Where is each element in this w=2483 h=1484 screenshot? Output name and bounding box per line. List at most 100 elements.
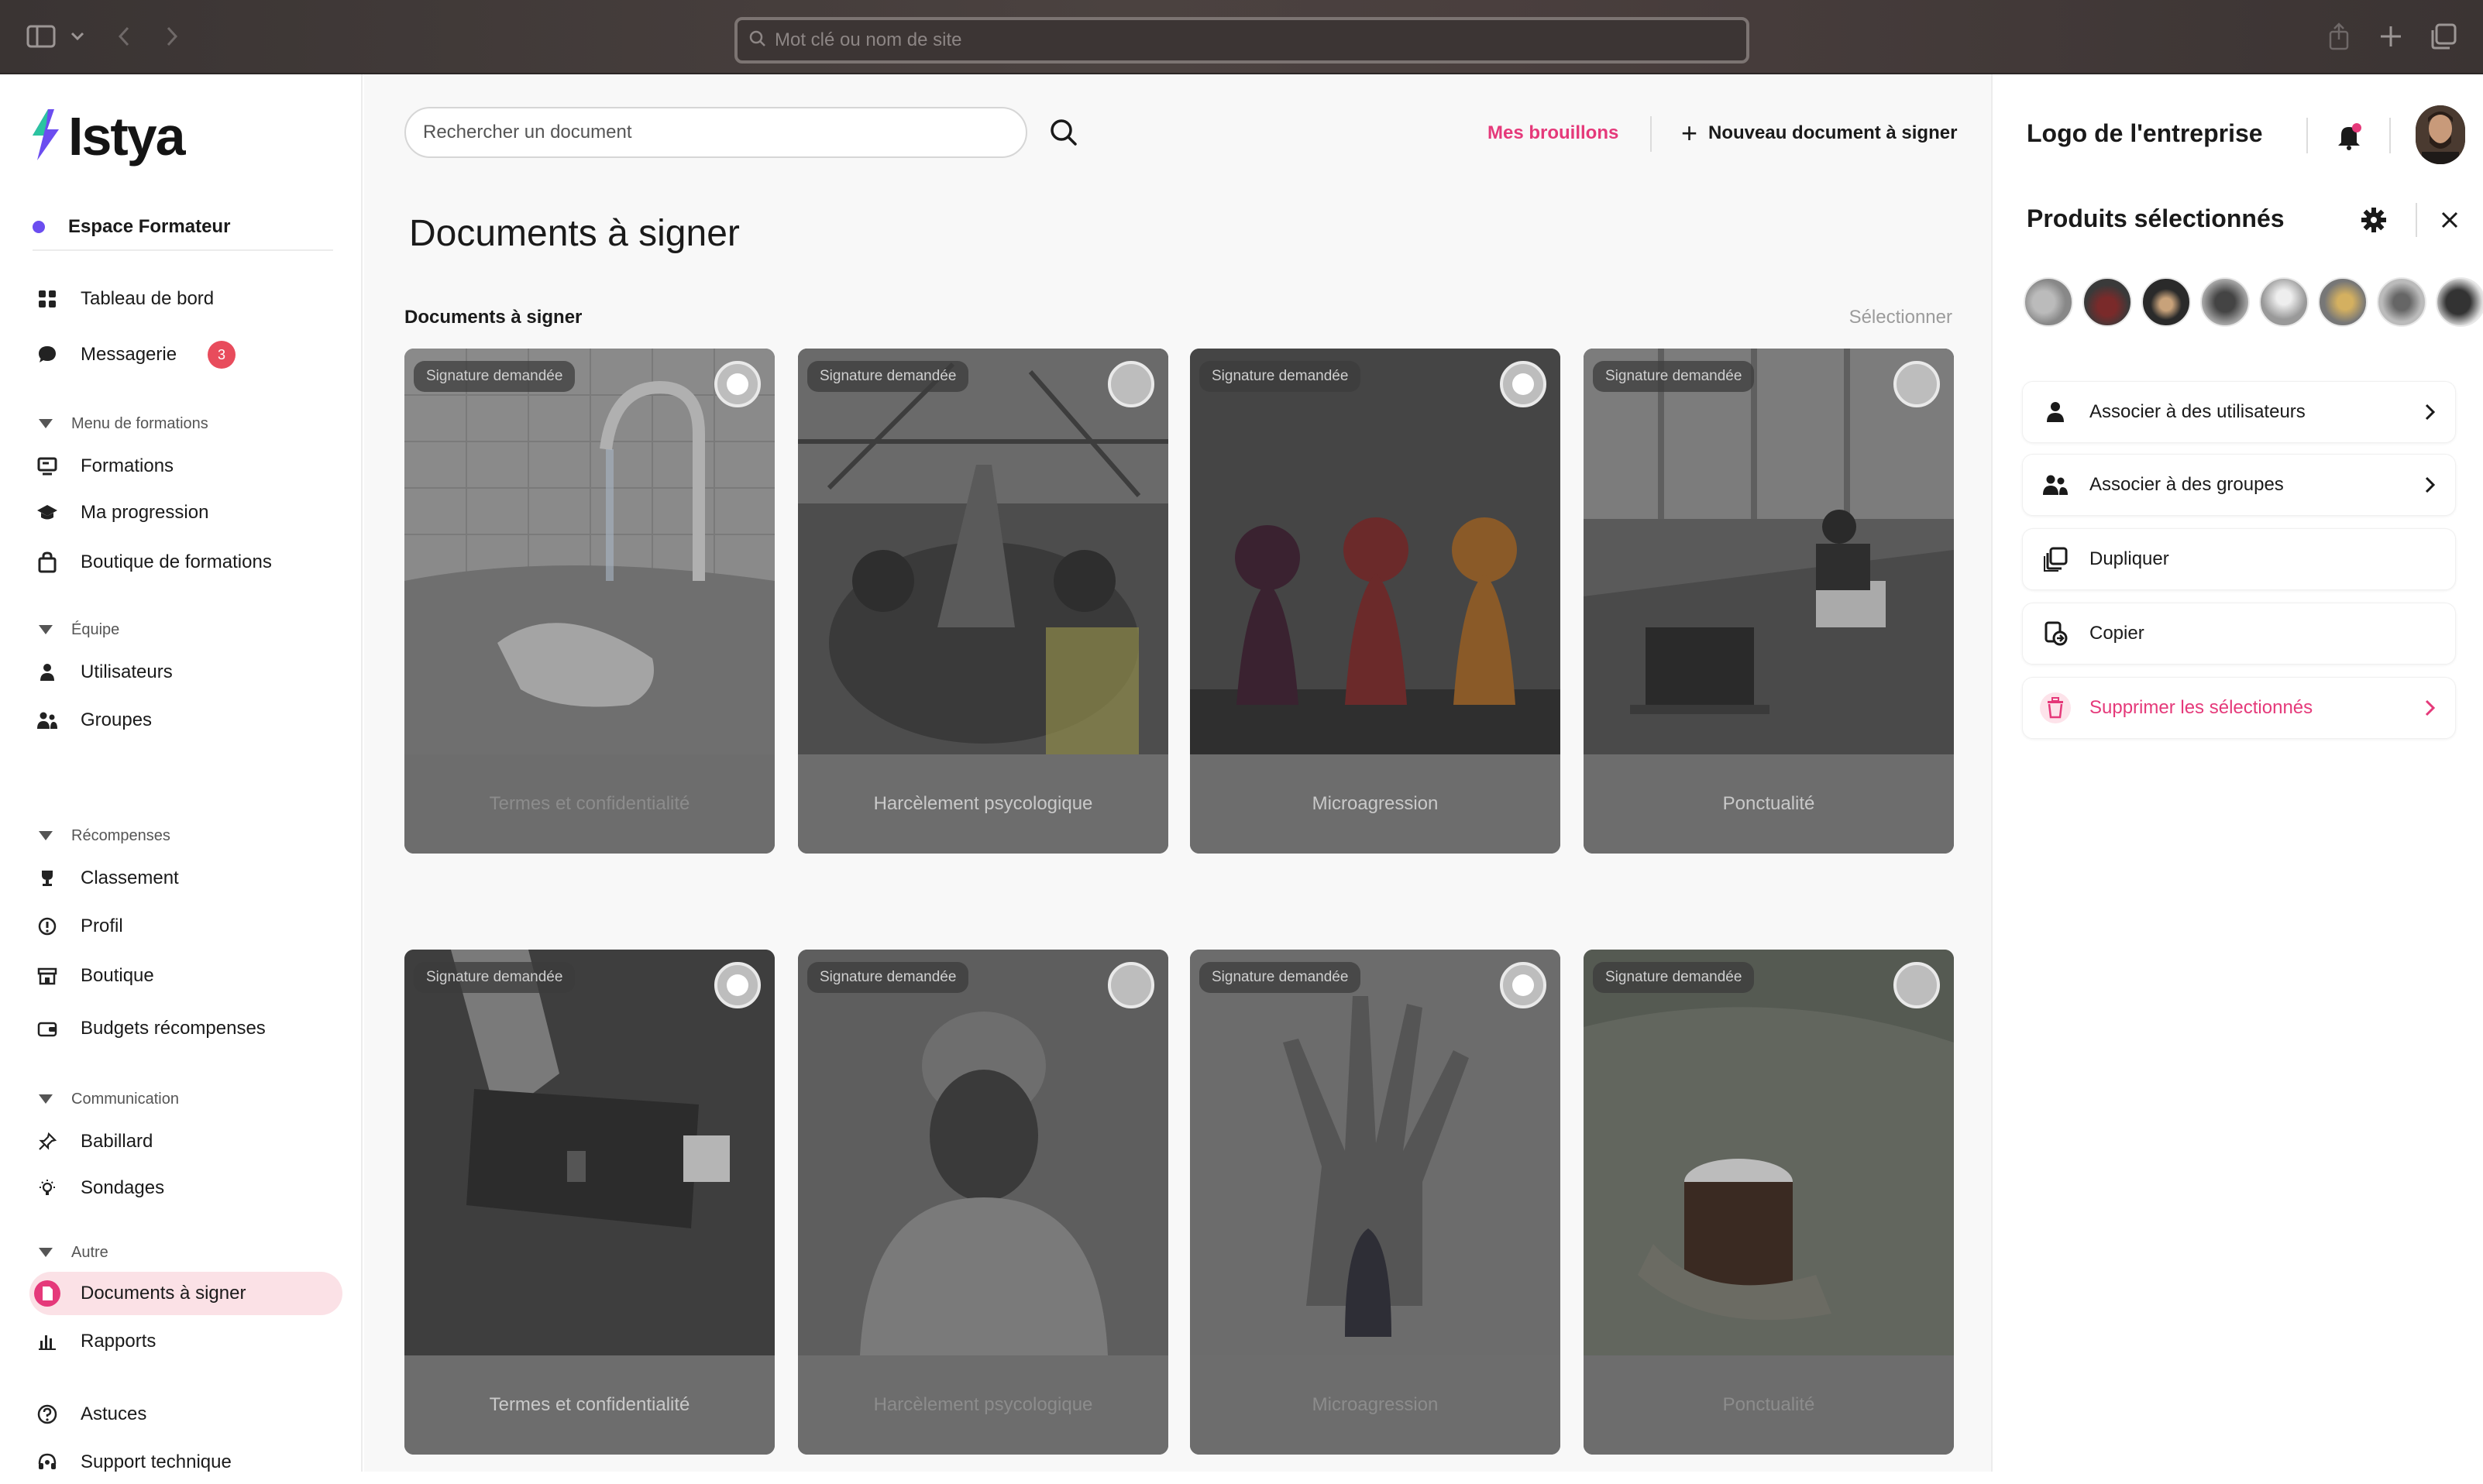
group-header-team[interactable]: Équipe — [39, 617, 119, 643]
document-card[interactable]: Signature demandée Harcèlement psycologi… — [798, 950, 1168, 1455]
brand-logo[interactable]: Istya — [28, 105, 186, 167]
sidebar-item-bulletin-board[interactable]: Babillard — [29, 1120, 342, 1163]
document-card[interactable]: Signature demandée Ponctualité — [1584, 349, 1954, 854]
caret-down-icon — [39, 1094, 53, 1104]
product-thumbnail[interactable] — [2141, 277, 2191, 327]
select-button[interactable]: Sélectionner — [1849, 307, 1952, 328]
sidebar-item-dashboard[interactable]: Tableau de bord — [29, 277, 342, 321]
company-logo-placeholder[interactable]: Logo de l'entreprise — [2027, 119, 2263, 148]
card-select-radio[interactable] — [1893, 962, 1940, 1008]
new-document-button[interactable]: + Nouveau document à signer — [1681, 117, 1957, 149]
document-card[interactable]: Signature demandée Termes et confidentia… — [404, 349, 775, 854]
group-header-communication[interactable]: Communication — [39, 1086, 179, 1112]
forward-icon[interactable] — [164, 19, 180, 54]
product-thumbnail[interactable] — [2024, 277, 2073, 327]
tabs-overview-icon[interactable] — [2430, 19, 2457, 54]
notification-bell-icon[interactable] — [2333, 121, 2364, 152]
group-header-rewards[interactable]: Récompenses — [39, 823, 170, 849]
card-select-radio[interactable] — [714, 361, 761, 407]
my-drafts-link[interactable]: Mes brouillons — [1487, 122, 1618, 144]
address-input[interactable] — [775, 29, 1704, 51]
address-bar[interactable] — [734, 17, 1749, 64]
card-select-radio[interactable] — [1108, 361, 1154, 407]
sidebar-item-reports[interactable]: Rapports — [29, 1320, 342, 1363]
group-title: Récompenses — [71, 826, 170, 844]
chat-icon — [34, 342, 60, 368]
group-header-other[interactable]: Autre — [39, 1239, 108, 1266]
product-thumbnail[interactable] — [2082, 277, 2132, 327]
group-title: Communication — [71, 1090, 179, 1108]
product-thumbnail[interactable] — [2318, 277, 2368, 327]
store-icon — [34, 963, 60, 989]
card-select-radio[interactable] — [1500, 361, 1546, 407]
sidebar-item-leaderboard[interactable]: Classement — [29, 857, 342, 900]
sidebar-item-documents-to-sign[interactable]: Documents à signer — [29, 1272, 342, 1315]
card-select-radio[interactable] — [1108, 962, 1154, 1008]
back-icon[interactable] — [116, 19, 132, 54]
close-icon[interactable] — [2436, 206, 2464, 234]
document-card[interactable]: Signature demandée Microagression — [1190, 950, 1560, 1455]
document-search[interactable] — [404, 107, 1027, 158]
sidebar-item-groups[interactable]: Groupes — [29, 699, 342, 742]
sidebar-item-users[interactable]: Utilisateurs — [29, 651, 342, 694]
document-card[interactable]: Signature demandée Microagression — [1190, 349, 1560, 854]
caret-down-icon — [39, 831, 53, 840]
sidebar-item-support[interactable]: Support technique — [29, 1441, 342, 1484]
product-thumbnail[interactable] — [2436, 277, 2483, 327]
sidebar-item-store[interactable]: Boutique — [29, 954, 342, 998]
card-select-radio[interactable] — [714, 962, 761, 1008]
product-thumbnail[interactable] — [2200, 277, 2250, 327]
panel-header-divider — [2306, 118, 2308, 153]
search-icon — [748, 29, 767, 52]
workspace-switcher[interactable]: Espace Formateur — [33, 204, 333, 251]
delete-selected-button[interactable]: Supprimer les sélectionnés — [2022, 677, 2456, 739]
sidebar-item-label: Utilisateurs — [81, 661, 173, 682]
sidebar-item-label: Ma progression — [81, 502, 209, 523]
caret-down-icon — [39, 625, 53, 634]
trash-icon — [2040, 692, 2071, 723]
sidebar-item-messages[interactable]: Messagerie 3 — [29, 333, 342, 376]
share-icon[interactable] — [2327, 19, 2351, 54]
user-avatar[interactable] — [2416, 105, 2465, 164]
product-thumbnail[interactable] — [2259, 277, 2309, 327]
panel-header-divider — [2389, 118, 2391, 153]
sidebar-item-label: Profil — [81, 915, 123, 936]
action-label: Associer à des groupes — [2089, 474, 2284, 495]
document-card[interactable]: Signature demandée Ponctualité — [1584, 950, 1954, 1455]
sidebar-item-tips[interactable]: Astuces — [29, 1393, 342, 1436]
sidebar-item-label: Messagerie — [81, 344, 177, 365]
product-thumbnail[interactable] — [2377, 277, 2426, 327]
sidebar-item-label: Sondages — [81, 1177, 165, 1198]
users-icon — [34, 707, 60, 733]
card-select-radio[interactable] — [1893, 361, 1940, 407]
document-search-input[interactable] — [423, 122, 996, 143]
action-label: Associer à des utilisateurs — [2089, 401, 2306, 422]
associate-groups-button[interactable]: Associer à des groupes — [2022, 454, 2456, 516]
sidebar-toggle-icon[interactable] — [26, 19, 57, 54]
group-title: Équipe — [71, 620, 120, 638]
browser-toolbar — [0, 0, 2483, 74]
sidebar-item-polls[interactable]: Sondages — [29, 1166, 342, 1210]
group-header-formations[interactable]: Menu de formations — [39, 411, 208, 437]
sidebar-item-formations[interactable]: Formations — [29, 445, 342, 488]
chevron-down-icon[interactable] — [70, 19, 85, 54]
document-card[interactable]: Signature demandée Harcèlement psycologi… — [798, 349, 1168, 854]
card-select-radio[interactable] — [1500, 962, 1546, 1008]
search-icon[interactable] — [1046, 115, 1082, 150]
gear-icon[interactable] — [2360, 206, 2388, 234]
sidebar-item-profile[interactable]: Profil — [29, 905, 342, 948]
signature-requested-tag: Signature demandée — [414, 361, 576, 392]
sidebar-item-label: Groupes — [81, 709, 153, 730]
sidebar-item-progression[interactable]: Ma progression — [29, 491, 342, 534]
associate-users-button[interactable]: Associer à des utilisateurs — [2022, 381, 2456, 443]
document-icon — [34, 1280, 60, 1307]
sidebar-item-reward-budgets[interactable]: Budgets récompenses — [29, 1007, 342, 1050]
new-tab-icon[interactable] — [2378, 19, 2403, 54]
users-icon — [2040, 469, 2071, 500]
duplicate-button[interactable]: Dupliquer — [2022, 528, 2456, 590]
signature-requested-tag: Signature demandée — [1593, 962, 1755, 993]
document-card[interactable]: Signature demandée Termes et confidentia… — [404, 950, 775, 1455]
selection-panel: Logo de l'entreprise Produits sélectionn… — [1991, 74, 2483, 1472]
sidebar-item-training-store[interactable]: Boutique de formations — [29, 541, 342, 584]
copy-button[interactable]: Copier — [2022, 603, 2456, 665]
